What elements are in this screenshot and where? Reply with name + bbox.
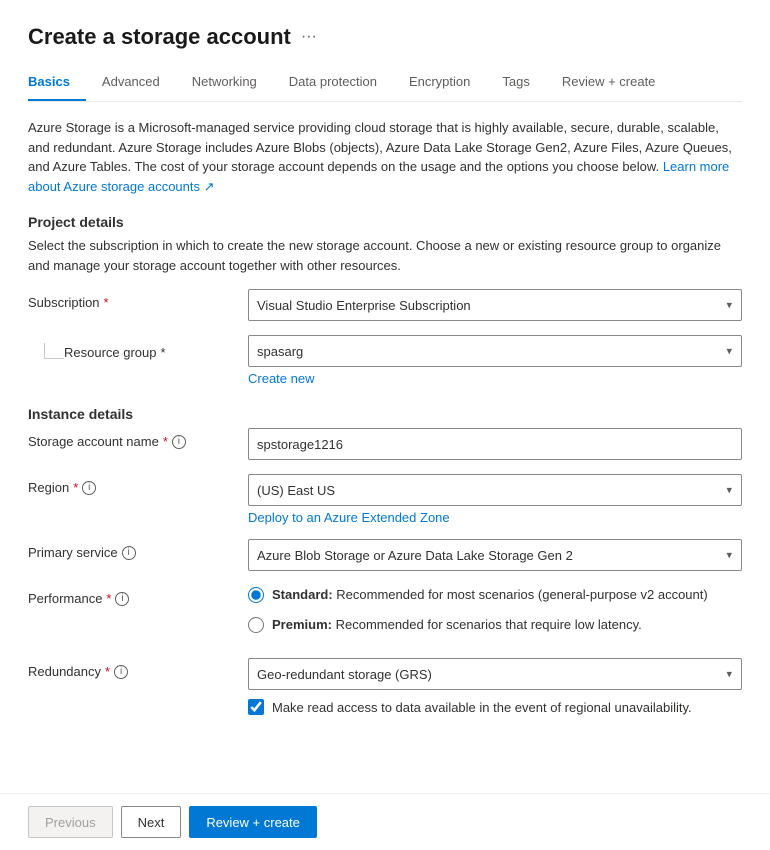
redundancy-checkbox-row: Make read access to data available in th…	[248, 698, 742, 718]
performance-label: Performance * i	[28, 585, 248, 606]
subscription-row: Subscription * Visual Studio Enterprise …	[28, 289, 742, 321]
primary-service-row: Primary service i Azure Blob Storage or …	[28, 539, 742, 571]
storage-name-row: Storage account name * i	[28, 428, 742, 460]
primary-service-select[interactable]: Azure Blob Storage or Azure Data Lake St…	[248, 539, 742, 571]
redundancy-info-icon[interactable]: i	[114, 665, 128, 679]
performance-premium-radio[interactable]	[248, 617, 264, 633]
storage-name-label: Storage account name * i	[28, 428, 248, 449]
instance-details-header: Instance details	[28, 406, 742, 422]
resource-group-control: spasarg ▾ Create new	[248, 335, 742, 386]
external-link-icon: ↗	[204, 179, 215, 194]
performance-control: Standard: Recommended for most scenarios…	[248, 585, 742, 644]
performance-premium-option[interactable]: Premium: Recommended for scenarios that …	[248, 615, 742, 635]
tab-tags[interactable]: Tags	[502, 66, 545, 101]
create-new-link[interactable]: Create new	[248, 371, 314, 386]
tab-networking[interactable]: Networking	[192, 66, 273, 101]
subscription-select-wrap: Visual Studio Enterprise Subscription ▾	[248, 289, 742, 321]
performance-standard-label: Standard: Recommended for most scenarios…	[272, 585, 708, 605]
redundancy-select-wrap: Geo-redundant storage (GRS) ▾	[248, 658, 742, 690]
redundancy-row: Redundancy * i Geo-redundant storage (GR…	[28, 658, 742, 718]
subscription-control: Visual Studio Enterprise Subscription ▾	[248, 289, 742, 321]
deploy-extended-zone-link[interactable]: Deploy to an Azure Extended Zone	[248, 510, 450, 525]
region-select[interactable]: (US) East US	[248, 474, 742, 506]
performance-premium-label: Premium: Recommended for scenarios that …	[272, 615, 642, 635]
required-marker-rg: *	[161, 345, 166, 360]
required-marker-region: *	[73, 480, 78, 495]
tab-advanced[interactable]: Advanced	[102, 66, 176, 101]
tab-basics[interactable]: Basics	[28, 66, 86, 101]
region-info-icon[interactable]: i	[82, 481, 96, 495]
primary-service-info-icon[interactable]: i	[122, 546, 136, 560]
tabs-bar: Basics Advanced Networking Data protecti…	[28, 66, 742, 102]
redundancy-select[interactable]: Geo-redundant storage (GRS)	[248, 658, 742, 690]
read-access-checkbox[interactable]	[248, 699, 264, 715]
page-title: Create a storage account	[28, 24, 291, 50]
next-button[interactable]: Next	[121, 806, 182, 838]
required-marker-perf: *	[106, 591, 111, 606]
read-access-label: Make read access to data available in th…	[272, 698, 692, 718]
required-marker: *	[104, 295, 109, 310]
previous-button[interactable]: Previous	[28, 806, 113, 838]
storage-name-control	[248, 428, 742, 460]
performance-standard-option[interactable]: Standard: Recommended for most scenarios…	[248, 585, 742, 605]
primary-service-control: Azure Blob Storage or Azure Data Lake St…	[248, 539, 742, 571]
performance-row: Performance * i Standard: Recommended fo…	[28, 585, 742, 644]
performance-standard-radio[interactable]	[248, 587, 264, 603]
footer-bar: Previous Next Review + create	[0, 793, 770, 850]
main-content: Create a storage account ··· Basics Adva…	[0, 0, 770, 793]
redundancy-label: Redundancy * i	[28, 658, 248, 679]
region-select-wrap: (US) East US ▾	[248, 474, 742, 506]
page-container: Create a storage account ··· Basics Adva…	[0, 0, 770, 850]
page-header: Create a storage account ···	[28, 24, 742, 50]
required-marker-sn: *	[163, 434, 168, 449]
review-create-button[interactable]: Review + create	[189, 806, 317, 838]
project-details-header: Project details	[28, 214, 742, 230]
redundancy-control: Geo-redundant storage (GRS) ▾ Make read …	[248, 658, 742, 718]
subscription-label: Subscription *	[28, 289, 248, 310]
tab-data-protection[interactable]: Data protection	[289, 66, 393, 101]
resource-group-label: Resource group *	[64, 341, 166, 360]
region-control: (US) East US ▾ Deploy to an Azure Extend…	[248, 474, 742, 525]
region-label: Region * i	[28, 474, 248, 495]
resource-group-select-wrap: spasarg ▾	[248, 335, 742, 367]
required-marker-red: *	[105, 664, 110, 679]
ellipsis-menu-icon[interactable]: ···	[301, 28, 317, 46]
indent-line	[44, 343, 64, 359]
indent-wrap: Resource group *	[28, 335, 248, 360]
primary-service-select-wrap: Azure Blob Storage or Azure Data Lake St…	[248, 539, 742, 571]
region-row: Region * i (US) East US ▾ Deploy to an A…	[28, 474, 742, 525]
primary-service-label: Primary service i	[28, 539, 248, 560]
subscription-select[interactable]: Visual Studio Enterprise Subscription	[248, 289, 742, 321]
tab-encryption[interactable]: Encryption	[409, 66, 486, 101]
storage-name-input[interactable]	[248, 428, 742, 460]
resource-group-select[interactable]: spasarg	[248, 335, 742, 367]
tab-review-create[interactable]: Review + create	[562, 66, 672, 101]
project-details-desc: Select the subscription in which to crea…	[28, 236, 742, 275]
storage-name-info-icon[interactable]: i	[172, 435, 186, 449]
performance-info-icon[interactable]: i	[115, 592, 129, 606]
description-text: Azure Storage is a Microsoft-managed ser…	[28, 118, 742, 196]
resource-group-row: Resource group * spasarg ▾ Create new	[28, 335, 742, 386]
